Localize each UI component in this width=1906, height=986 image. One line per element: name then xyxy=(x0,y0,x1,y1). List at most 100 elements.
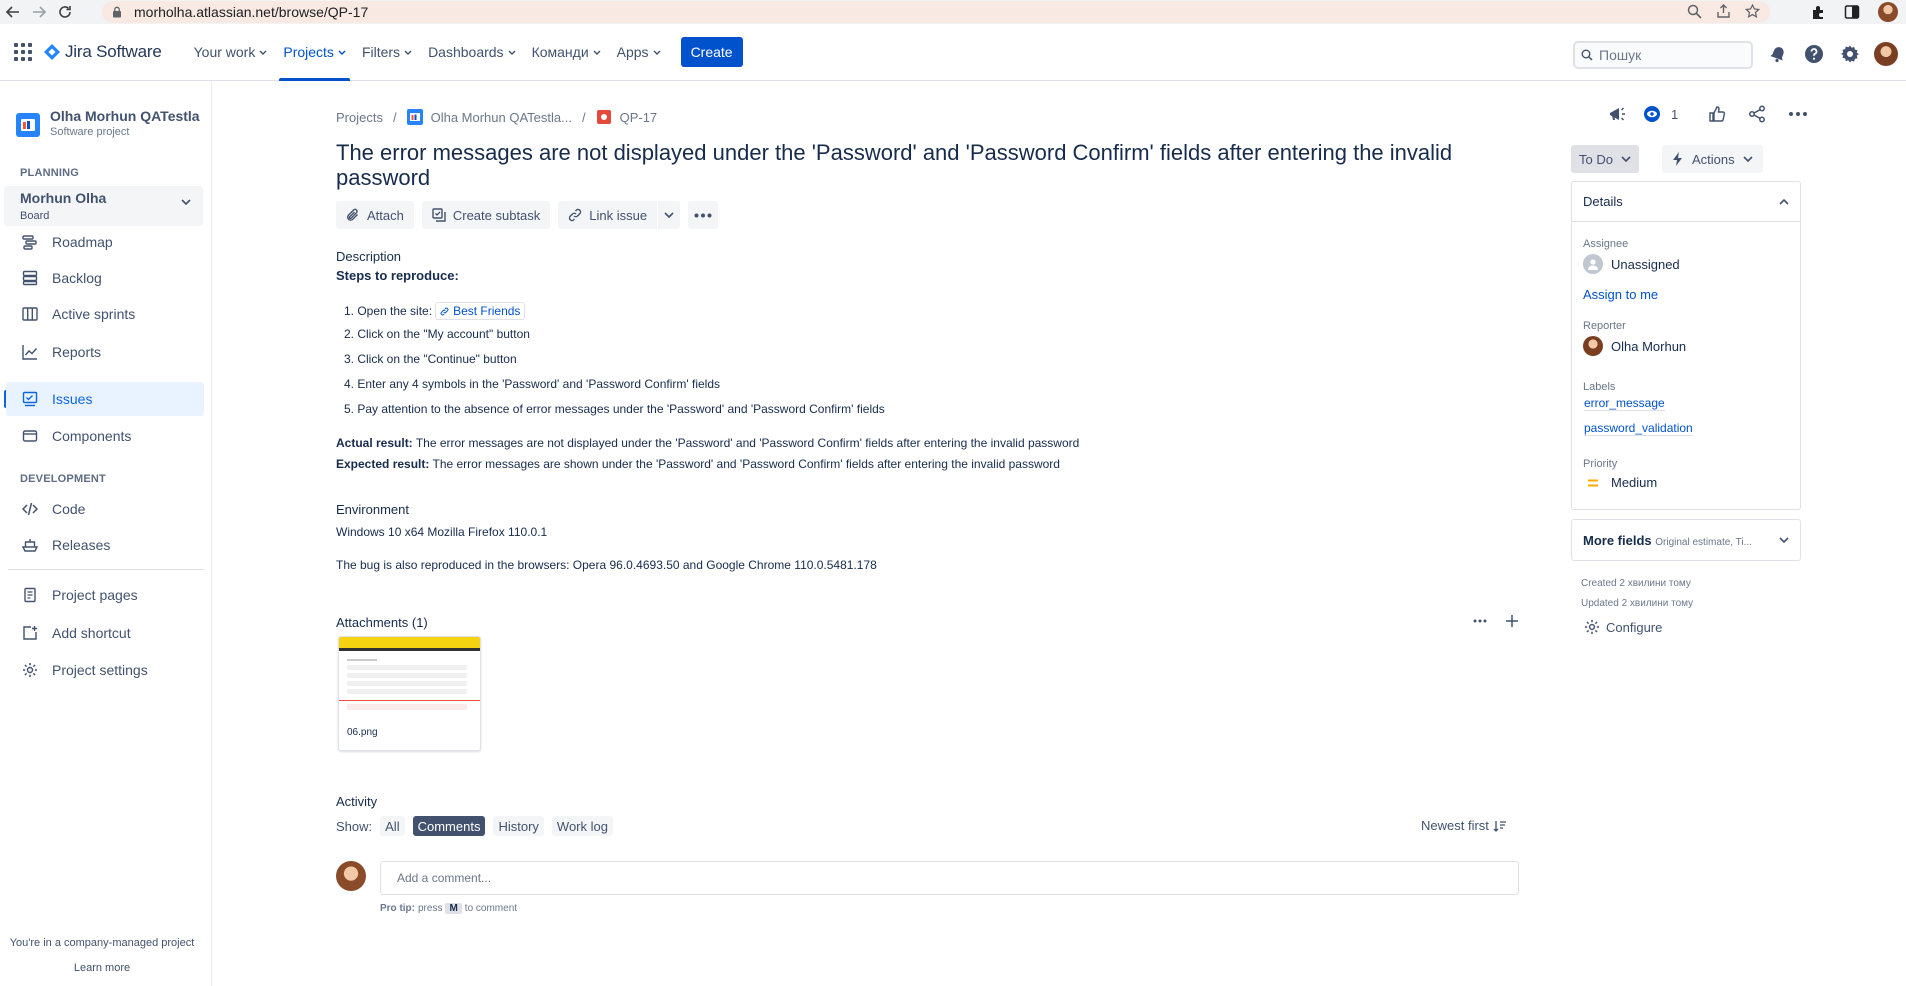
assignee-label: Assignee xyxy=(1583,238,1629,250)
nav-apps[interactable]: Apps xyxy=(609,24,669,81)
settings-gear-icon[interactable] xyxy=(1838,42,1862,66)
back-icon[interactable] xyxy=(0,0,26,24)
sidebar-item-backlog[interactable]: Backlog xyxy=(0,261,204,295)
nav-teams[interactable]: Команди xyxy=(524,24,609,81)
configure-button[interactable]: Configure xyxy=(1584,619,1662,635)
environment-text[interactable]: Windows 10 x64 Mozilla Firefox 110.0.1 xyxy=(336,525,547,539)
nav-projects[interactable]: Projects xyxy=(275,24,354,81)
shortcut-key: M xyxy=(445,903,462,914)
pro-tip-suffix: to comment xyxy=(464,903,518,914)
paperclip-icon xyxy=(347,208,358,221)
sidebar-item-reports[interactable]: Reports xyxy=(0,335,204,369)
app-switcher-icon[interactable] xyxy=(14,43,32,61)
nav-your-work[interactable]: Your work xyxy=(186,24,276,81)
breadcrumb-project[interactable]: Olha Morhun QATestla... xyxy=(431,110,572,125)
reload-icon[interactable] xyxy=(52,0,78,24)
priority-value: Medium xyxy=(1611,475,1658,490)
issue-toolbar: 1 xyxy=(1607,104,1808,124)
label-chip[interactable]: error_message xyxy=(1584,396,1665,411)
zoom-icon[interactable] xyxy=(1687,4,1702,19)
nav-label: Your work xyxy=(193,44,256,60)
issue-action-buttons: Attach Create subtask Link issue xyxy=(336,201,719,229)
attachments-more-icon[interactable] xyxy=(1472,613,1488,629)
filter-comments[interactable]: Comments xyxy=(412,816,486,836)
user-avatar[interactable] xyxy=(1874,42,1898,66)
bookmark-star-icon[interactable] xyxy=(1745,4,1760,19)
sidebar-toggle-icon[interactable] xyxy=(1844,4,1860,20)
eye-icon xyxy=(1644,106,1660,122)
help-icon[interactable] xyxy=(1802,42,1826,66)
nav-filters[interactable]: Filters xyxy=(354,24,420,81)
commenter-avatar xyxy=(336,861,366,891)
project-header[interactable]: Olha Morhun QATestla... Software project xyxy=(16,108,200,138)
status-label: To Do xyxy=(1579,151,1613,167)
add-shortcut-icon xyxy=(20,623,40,643)
pro-tip-press: press xyxy=(418,903,443,914)
sidebar-item-releases[interactable]: Releases xyxy=(0,528,204,562)
sidebar-item-code[interactable]: Code xyxy=(0,492,204,526)
filter-history[interactable]: History xyxy=(493,816,544,836)
create-subtask-button[interactable]: Create subtask xyxy=(421,201,551,229)
sidebar-item-components[interactable]: Components xyxy=(0,419,204,453)
link-issue-button[interactable]: Link issue xyxy=(558,201,658,229)
breadcrumb-projects[interactable]: Projects xyxy=(336,110,383,125)
more-fields-panel[interactable]: More fields Original estimate, Ti... xyxy=(1571,519,1801,561)
site-link[interactable]: Best Friends xyxy=(435,302,526,320)
sort-order-button[interactable]: Newest first xyxy=(1421,818,1507,833)
sidebar-item-add-shortcut[interactable]: Add shortcut xyxy=(0,616,204,650)
jira-logo[interactable]: Jira Software xyxy=(44,42,162,62)
reporter-field[interactable]: Olha Morhun xyxy=(1583,336,1686,356)
filter-all[interactable]: All xyxy=(380,816,405,836)
details-header[interactable]: Details xyxy=(1572,182,1800,222)
attach-button[interactable]: Attach xyxy=(336,201,414,229)
breadcrumb-issue-key[interactable]: QP-17 xyxy=(620,110,658,125)
description-body[interactable]: Steps to reproduce: xyxy=(336,268,459,283)
create-button[interactable]: Create xyxy=(680,37,743,67)
labels-label: Labels xyxy=(1583,381,1616,393)
environment-note[interactable]: The bug is also reproduced in the browse… xyxy=(336,558,877,572)
learn-more-link[interactable]: Learn more xyxy=(0,962,204,974)
attachment-card[interactable]: 06.png xyxy=(338,636,481,751)
sidebar-item-active-sprints[interactable]: Active sprints xyxy=(0,297,204,331)
address-bar[interactable]: morholha.atlassian.net/browse/QP-17 xyxy=(102,1,1770,23)
link-issue-dropdown[interactable] xyxy=(658,201,681,229)
url-text: morholha.atlassian.net/browse/QP-17 xyxy=(134,4,369,20)
watch-button[interactable]: 1 xyxy=(1643,105,1678,123)
sidebar-item-issues[interactable]: Issues xyxy=(6,382,204,416)
sidebar-item-project-pages[interactable]: Project pages xyxy=(0,578,204,612)
more-button[interactable] xyxy=(688,201,719,229)
sidebar-item-roadmap[interactable]: Roadmap xyxy=(0,225,204,259)
nav-dashboards[interactable]: Dashboards xyxy=(420,24,524,81)
nav-label: Dashboards xyxy=(428,44,504,60)
label-chip[interactable]: password_validation xyxy=(1584,421,1693,436)
actions-dropdown[interactable]: Actions xyxy=(1662,145,1763,173)
assignee-field[interactable]: Unassigned xyxy=(1583,254,1680,274)
pro-tip: Pro tip: press M to comment xyxy=(380,903,517,914)
forward-icon[interactable] xyxy=(26,0,52,24)
priority-field[interactable]: Medium xyxy=(1583,475,1657,490)
share-icon[interactable] xyxy=(1748,105,1766,123)
create-subtask-label: Create subtask xyxy=(452,207,541,223)
board-selector[interactable]: Morhun Olha Board xyxy=(4,186,203,226)
notifications-icon[interactable] xyxy=(1766,42,1790,66)
search-input[interactable]: Пошук xyxy=(1573,41,1753,69)
browser-profile-avatar[interactable] xyxy=(1878,2,1898,22)
add-attachment-icon[interactable] xyxy=(1504,613,1520,629)
comment-input[interactable]: Add a comment... xyxy=(380,861,1519,895)
sidebar-item-label: Reports xyxy=(52,344,102,360)
feedback-megaphone-icon[interactable] xyxy=(1607,104,1627,124)
extensions-icon[interactable] xyxy=(1810,4,1826,20)
share-page-icon[interactable] xyxy=(1716,4,1731,19)
link-icon xyxy=(569,208,582,222)
comment-placeholder: Add a comment... xyxy=(397,871,492,885)
issue-title[interactable]: The error messages are not displayed und… xyxy=(336,140,1456,190)
assign-to-me-link[interactable]: Assign to me xyxy=(1583,287,1658,302)
environment-heading: Environment xyxy=(336,502,409,517)
filter-work-log[interactable]: Work log xyxy=(551,816,613,836)
sidebar-item-project-settings[interactable]: Project settings xyxy=(0,653,204,687)
step-2: 2. Click on the "My account" button xyxy=(344,327,530,341)
status-dropdown[interactable]: To Do xyxy=(1571,145,1639,173)
thumbs-up-icon[interactable] xyxy=(1708,105,1726,123)
reporter-label: Reporter xyxy=(1583,320,1626,332)
more-actions-icon[interactable] xyxy=(1788,111,1808,117)
